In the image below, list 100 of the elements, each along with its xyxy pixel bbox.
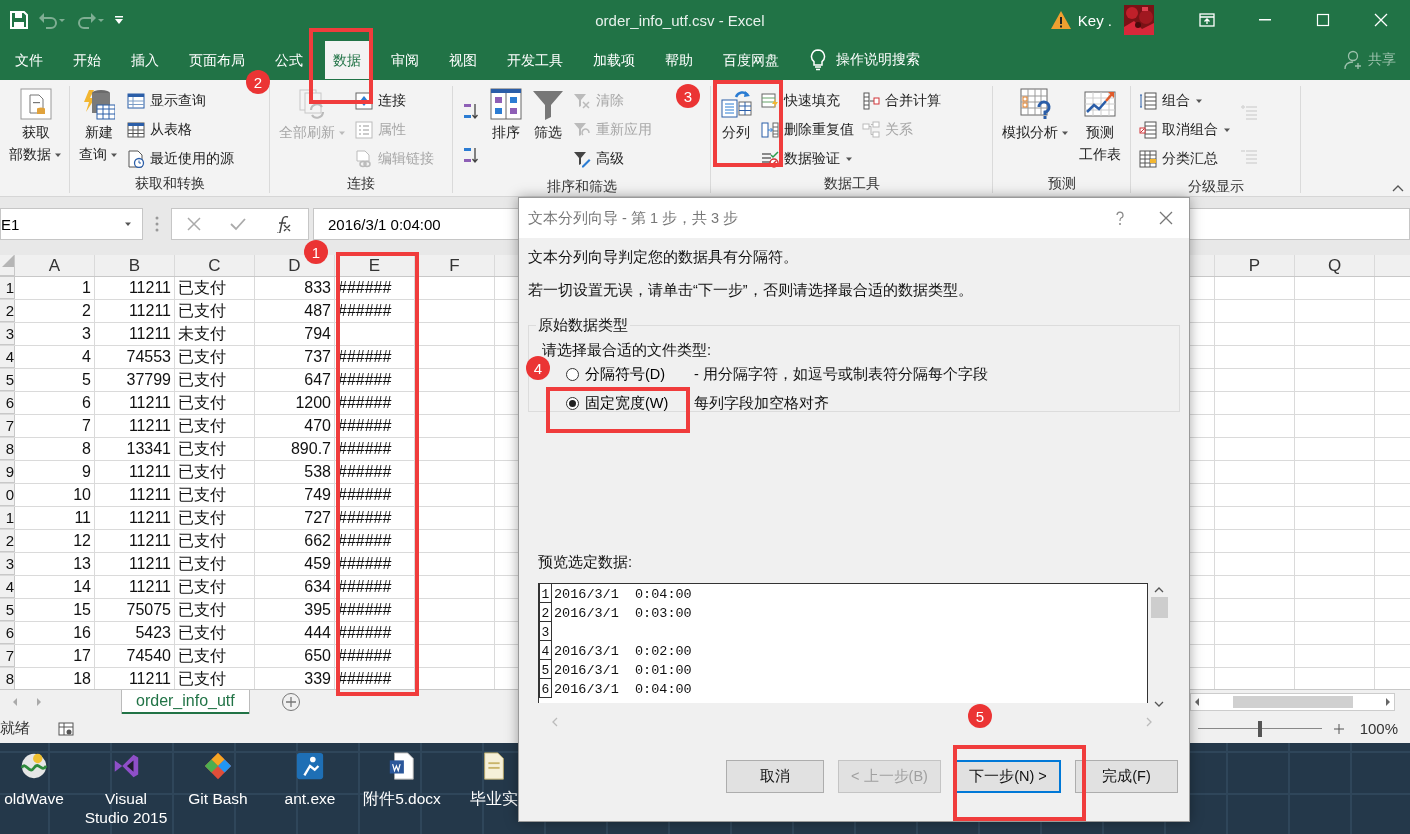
scrollbar-thumb[interactable] bbox=[1232, 696, 1353, 708]
ribbon-tab[interactable]: 加载项 bbox=[593, 49, 635, 71]
dialog-button[interactable]: 取消 bbox=[726, 760, 824, 793]
enter-button[interactable] bbox=[230, 217, 246, 231]
sheet-tab[interactable]: order_info_utf bbox=[122, 690, 249, 714]
close-icon bbox=[1374, 13, 1388, 27]
ribbon-button[interactable]: 连接 bbox=[353, 86, 436, 115]
ribbon-tab[interactable]: 插入 bbox=[131, 49, 159, 71]
row-header[interactable]: 4 bbox=[0, 346, 15, 368]
ribbon-tab[interactable]: 帮助 bbox=[665, 49, 693, 71]
scrollbar-thumb[interactable] bbox=[1150, 597, 1168, 618]
desktop-icon-label[interactable]: Git Bash bbox=[188, 789, 248, 808]
ribbon-button[interactable]: 高级 bbox=[571, 144, 654, 173]
column-header[interactable]: B bbox=[95, 255, 175, 276]
dialog-button[interactable]: 完成(F) bbox=[1075, 760, 1178, 793]
column-header[interactable]: F bbox=[415, 255, 495, 276]
row-header[interactable]: 3 bbox=[0, 553, 15, 575]
table-cell-text: 14 bbox=[72, 577, 92, 597]
ribbon-button[interactable]: 预测 工作表 bbox=[1076, 86, 1124, 166]
desktop-icon-label[interactable]: oldWave bbox=[4, 789, 64, 808]
column-header[interactable]: Q bbox=[1295, 255, 1375, 276]
table-cell-text: 662 bbox=[303, 531, 332, 551]
ribbon-button[interactable]: 获取 部数据 bbox=[6, 86, 65, 166]
ribbon-button[interactable]: 显示查询 bbox=[125, 86, 236, 115]
row-header[interactable]: 8 bbox=[0, 438, 15, 460]
table-cell-text: 已支付 bbox=[177, 278, 227, 298]
ribbon-button[interactable]: 排序 bbox=[487, 86, 525, 144]
slider-thumb[interactable] bbox=[1257, 720, 1262, 737]
ribbon-button[interactable]: 从表格 bbox=[125, 115, 236, 144]
ribbon-tab[interactable]: 审阅 bbox=[391, 49, 419, 71]
ribbon-button[interactable]: 分列 bbox=[717, 86, 755, 144]
radio-option[interactable]: 固定宽度(W) bbox=[566, 394, 678, 413]
user-name[interactable]: Key . bbox=[1077, 11, 1112, 29]
cancel-icon bbox=[186, 217, 201, 231]
row-header[interactable]: 1 bbox=[0, 277, 15, 299]
table-cell-text: 已支付 bbox=[177, 600, 227, 620]
ribbon-tab[interactable]: 视图 bbox=[449, 49, 477, 71]
ribbon-tab[interactable]: 页面布局 bbox=[189, 49, 245, 71]
row-header[interactable]: 3 bbox=[0, 323, 15, 345]
consolidate-icon bbox=[862, 91, 880, 110]
table-cell-text: ###### bbox=[337, 623, 393, 643]
ribbon-tab[interactable]: 百度网盘 bbox=[723, 49, 779, 71]
row-header[interactable]: 2 bbox=[0, 300, 15, 322]
dialog-button[interactable]: 下一步(N) > bbox=[955, 760, 1061, 793]
option-description: 每列字段加空格对齐 bbox=[694, 394, 829, 413]
preview-line-number: 2 bbox=[539, 603, 552, 622]
radio-option[interactable]: 分隔符号(D) bbox=[566, 365, 678, 384]
ribbon-tab[interactable]: 开始 bbox=[73, 49, 101, 71]
row-header[interactable]: 7 bbox=[0, 415, 15, 437]
desktop-icon-label[interactable]: Visual Studio 2015 bbox=[84, 789, 168, 827]
row-header[interactable]: 6 bbox=[0, 392, 15, 414]
column-header[interactable]: P bbox=[1215, 255, 1295, 276]
row-header[interactable]: 5 bbox=[0, 369, 15, 391]
table-cell-text: 2 bbox=[81, 301, 92, 321]
row-header[interactable]: 8 bbox=[0, 668, 15, 689]
column-header[interactable]: C bbox=[175, 255, 255, 276]
help-icon bbox=[1115, 210, 1125, 226]
desktop-icon-label[interactable]: ant.exe bbox=[284, 789, 336, 808]
row-header[interactable]: 1 bbox=[0, 507, 15, 529]
row-header[interactable]: 2 bbox=[0, 530, 15, 552]
ribbon-button[interactable]: 取消组合 bbox=[1137, 115, 1233, 144]
ribbon-button[interactable]: 合并计算 bbox=[860, 86, 943, 115]
table-cell-text: ###### bbox=[337, 278, 393, 298]
ribbon-button[interactable]: 组合 bbox=[1137, 86, 1233, 115]
scroll-right-icon bbox=[1385, 697, 1391, 707]
list-icon bbox=[355, 120, 373, 139]
row-header[interactable]: 7 bbox=[0, 645, 15, 667]
zoom-level[interactable]: 100% bbox=[1359, 720, 1398, 737]
radio-button[interactable] bbox=[566, 368, 579, 381]
table-cell-text: 4 bbox=[81, 347, 92, 367]
ribbon-tab[interactable]: 开发工具 bbox=[507, 49, 563, 71]
undo-icon bbox=[38, 11, 66, 29]
ribbon-button[interactable]: 快速填充 bbox=[759, 86, 856, 115]
ribbon-button[interactable]: 新建 查询 bbox=[76, 86, 121, 166]
ribbon-button[interactable]: 删除重复值 bbox=[759, 115, 856, 144]
ribbon-tab[interactable]: 文件 bbox=[15, 49, 43, 71]
desktop-icon-label[interactable]: 毕业实 bbox=[470, 789, 518, 808]
column-header[interactable]: A bbox=[15, 255, 95, 276]
group-label: 预测 bbox=[1047, 174, 1076, 193]
column-header[interactable]: E bbox=[335, 255, 415, 276]
ribbon-tab[interactable]: 公式 bbox=[275, 49, 303, 71]
ribbon-button[interactable]: 筛选 bbox=[529, 86, 567, 144]
table-cell-text: 11211 bbox=[127, 324, 172, 344]
row-header[interactable]: 9 bbox=[0, 461, 15, 483]
ribbon-button[interactable]: 模拟分析 bbox=[999, 86, 1072, 144]
desktop-icon-label[interactable]: 附件5.docx bbox=[363, 789, 441, 808]
ribbon-button[interactable]: 分类汇总 bbox=[1137, 144, 1233, 173]
row-header[interactable]: 6 bbox=[0, 622, 15, 644]
row-header[interactable]: 0 bbox=[0, 484, 15, 506]
ribbon-button[interactable]: 数据验证 bbox=[759, 144, 856, 173]
table-cell-text: 339 bbox=[303, 669, 332, 689]
row-header[interactable]: 5 bbox=[0, 599, 15, 621]
horizontal-scrollbar[interactable] bbox=[1190, 693, 1395, 711]
cancel-button[interactable] bbox=[186, 217, 201, 231]
row-header[interactable]: 4 bbox=[0, 576, 15, 598]
name-box[interactable]: E1 bbox=[0, 208, 143, 240]
table-cell-text: 8 bbox=[81, 439, 92, 459]
radio-button[interactable] bbox=[566, 397, 579, 410]
ribbon-button[interactable]: 最近使用的源 bbox=[125, 144, 236, 173]
tell-me-search[interactable]: 操作说明搜索 bbox=[836, 51, 920, 69]
